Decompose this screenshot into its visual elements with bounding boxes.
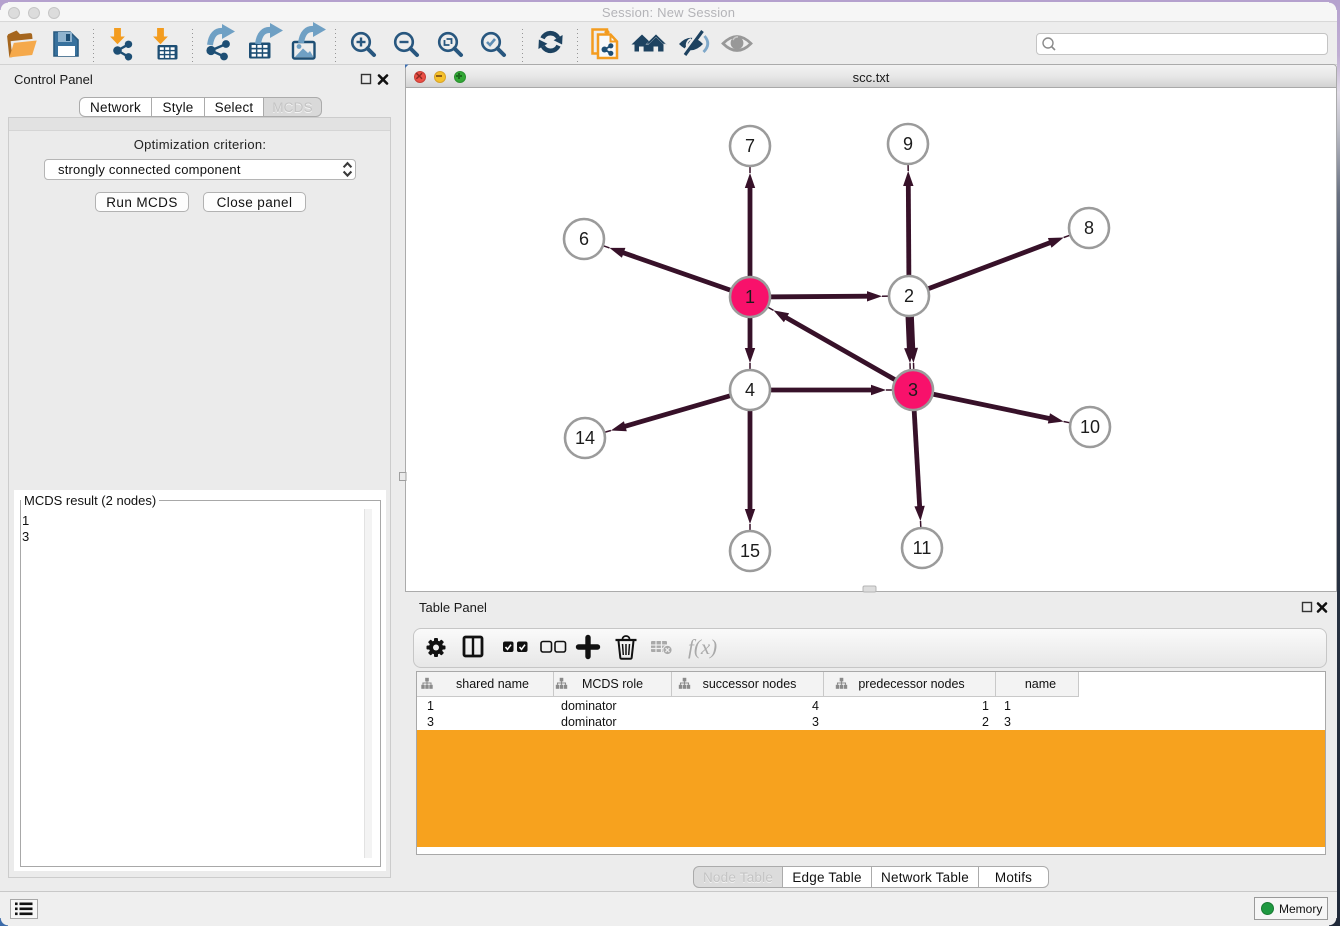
svg-text:4: 4 xyxy=(745,380,755,400)
svg-text:6: 6 xyxy=(579,229,589,249)
svg-text:8: 8 xyxy=(1084,218,1094,238)
svg-text:7: 7 xyxy=(745,136,755,156)
svg-text:3: 3 xyxy=(908,380,918,400)
svg-text:10: 10 xyxy=(1080,417,1100,437)
svg-text:2: 2 xyxy=(904,286,914,306)
svg-text:1: 1 xyxy=(745,287,755,307)
svg-text:9: 9 xyxy=(903,134,913,154)
svg-text:11: 11 xyxy=(913,538,932,558)
svg-text:14: 14 xyxy=(575,428,595,448)
svg-text:15: 15 xyxy=(740,541,760,561)
